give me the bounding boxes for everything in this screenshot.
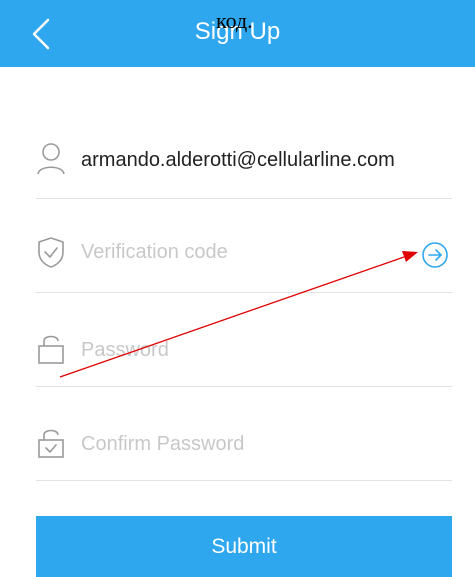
send-code-button[interactable] xyxy=(420,240,450,270)
overlay-caption: код. xyxy=(216,8,253,33)
submit-button[interactable]: Submit xyxy=(36,516,452,577)
verification-code-input[interactable]: Verification code xyxy=(81,241,228,264)
lock-check-icon xyxy=(36,425,66,459)
lock-icon xyxy=(36,331,66,365)
verification-code-field[interactable]: Verification code xyxy=(36,199,452,293)
email-value: armando.alderotti@cellularline.com xyxy=(81,149,395,171)
header-bar: Sign Up код. xyxy=(0,0,475,67)
confirm-password-input[interactable]: Confirm Password xyxy=(81,433,244,456)
password-field[interactable]: Password xyxy=(36,293,452,387)
user-icon xyxy=(36,141,66,175)
arrow-right-circle-icon xyxy=(422,242,448,268)
shield-check-icon xyxy=(36,235,66,269)
password-input[interactable]: Password xyxy=(81,339,169,362)
email-field[interactable]: armando.alderotti@cellularline.com xyxy=(36,105,452,199)
confirm-password-field[interactable]: Confirm Password xyxy=(36,387,452,481)
